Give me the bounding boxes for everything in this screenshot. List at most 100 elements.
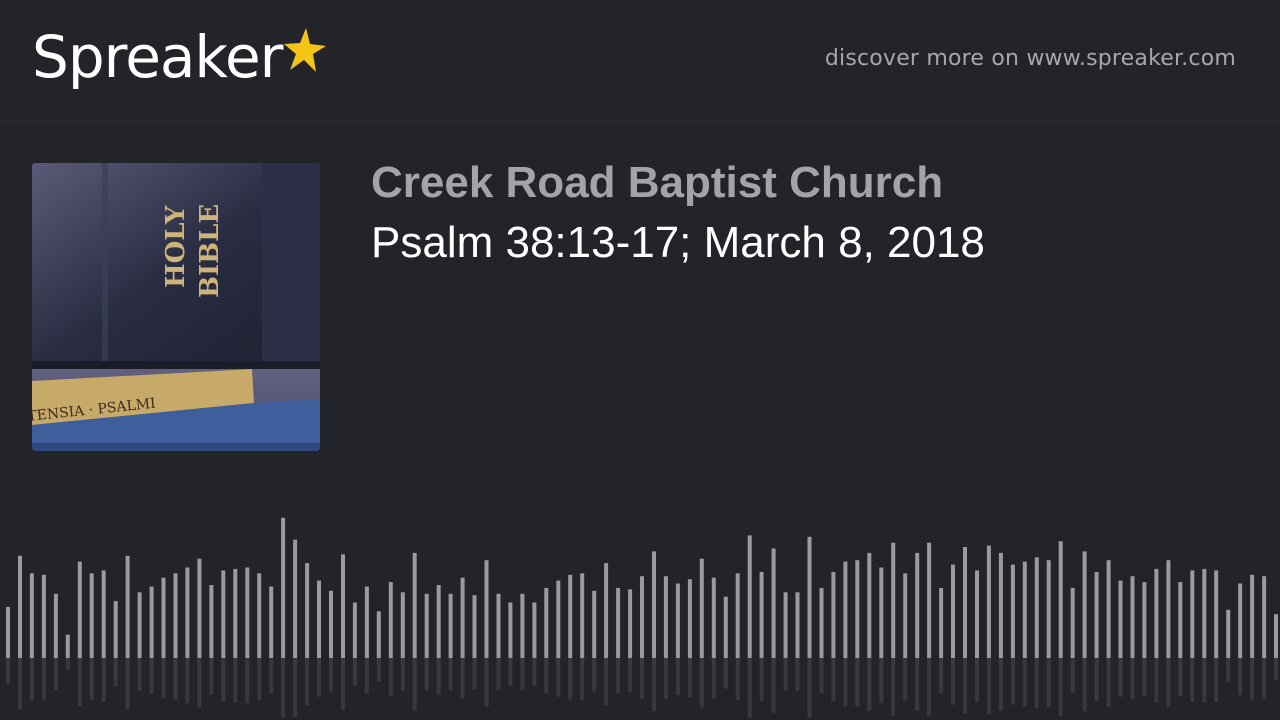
waveform-bar: [1274, 614, 1278, 658]
podcast-cover-image: HOLY BIBLE TENSIA · PSALMI: [32, 163, 320, 451]
waveform-bar: [1178, 582, 1183, 658]
waveform-bar: [675, 583, 680, 658]
waveform-bar-reflection: [1178, 658, 1183, 696]
waveform-bar: [341, 554, 345, 658]
waveform-bar: [89, 573, 94, 658]
waveform-bar: [149, 586, 154, 658]
waveform-bar: [6, 606, 10, 658]
waveform-bar: [652, 551, 656, 658]
waveform-bar: [1022, 561, 1027, 658]
waveform-bar-reflection: [735, 658, 740, 701]
waveform-bar-reflection: [1190, 658, 1195, 702]
waveform-bar-reflection: [951, 658, 955, 705]
waveform-bar-reflection: [460, 658, 465, 699]
waveform-bar: [185, 567, 190, 658]
waveform-bar: [915, 552, 920, 658]
waveform-bar: [77, 561, 82, 658]
waveform-bar-reflection: [831, 658, 836, 702]
waveform-bar: [125, 555, 130, 658]
waveform-bar: [1154, 568, 1159, 658]
waveform-bar-reflection: [1082, 658, 1087, 712]
spreaker-logo[interactable]: Spreaker: [32, 22, 328, 92]
star-icon: [284, 28, 327, 72]
waveform-bar-reflection: [879, 658, 884, 704]
waveform-bar-reflection: [580, 658, 585, 701]
waveform-bar: [18, 555, 22, 658]
waveform-bar-reflection: [1034, 658, 1039, 709]
waveform-bar-reflection: [89, 658, 94, 701]
waveform-bar-reflection: [412, 658, 417, 711]
waveform-bar: [556, 580, 561, 658]
discover-link[interactable]: discover more on www.spreaker.com: [825, 46, 1236, 71]
audio-waveform[interactable]: [0, 500, 1280, 720]
waveform-bar: [1166, 560, 1171, 658]
waveform-bar: [448, 593, 453, 658]
waveform-bar: [568, 574, 573, 658]
waveform-bar-reflection: [257, 658, 262, 701]
waveform-bar: [843, 561, 848, 658]
waveform-bar: [412, 552, 417, 658]
waveform-bar-reflection: [711, 658, 716, 699]
waveform-bar-reflection: [783, 658, 788, 691]
waveform-bar: [472, 595, 477, 658]
waveform-bar-reflection: [807, 658, 812, 718]
waveform-bar-reflection: [1274, 658, 1278, 680]
waveform-bar-reflection: [1118, 658, 1123, 697]
waveform-bar-reflection: [1226, 658, 1231, 683]
waveform-bar: [233, 568, 238, 658]
waveform-bar: [329, 590, 333, 658]
waveform-bar-reflection: [125, 658, 130, 710]
waveform-bar: [807, 536, 812, 658]
waveform-bar-reflection: [843, 658, 848, 707]
waveform-bar: [580, 573, 585, 658]
waveform-bar: [927, 542, 932, 658]
waveform-bar: [269, 586, 274, 658]
waveform-bar-reflection: [1250, 658, 1255, 700]
waveform-bar-reflection: [759, 658, 764, 702]
waveform-bar: [1094, 571, 1099, 658]
waveform-bar: [1106, 560, 1111, 658]
waveform-bar: [771, 548, 776, 658]
waveform-bar-reflection: [699, 658, 704, 708]
waveform-bar: [508, 602, 513, 658]
waveform-bar-reflection: [281, 658, 286, 718]
waveform-bar: [137, 592, 142, 658]
waveform-bar-reflection: [795, 658, 800, 691]
waveform-bar: [173, 573, 178, 658]
waveform-bar: [1130, 576, 1135, 658]
waveform-bar-reflection: [1130, 658, 1135, 699]
waveform-bar-reflection: [592, 658, 597, 692]
waveform-bar-reflection: [436, 658, 441, 695]
waveform-bar-reflection: [963, 658, 967, 714]
waveform-bar-reflection: [305, 658, 310, 706]
waveform-bar: [161, 577, 166, 658]
waveform-bar: [1034, 557, 1039, 658]
waveform-bar: [891, 542, 896, 658]
waveform-bar-reflection: [376, 658, 381, 682]
waveform-bar-reflection: [508, 658, 513, 686]
waveform-bar-reflection: [233, 658, 238, 703]
podcast-title: Creek Road Baptist Church: [371, 158, 944, 207]
waveform-bar-reflection: [891, 658, 896, 716]
waveform-bar-reflection: [675, 658, 680, 696]
waveform-bar: [197, 558, 202, 658]
waveform-bar: [1190, 570, 1195, 658]
waveform-bar: [1046, 560, 1051, 658]
waveform-bar: [29, 573, 34, 658]
waveform-bar-reflection: [687, 658, 692, 698]
waveform-bar: [520, 593, 525, 658]
waveform-bar: [1250, 574, 1255, 658]
waveform-bar-reflection: [329, 658, 333, 692]
waveform-bar: [209, 585, 214, 658]
waveform-bar-reflection: [1070, 658, 1075, 693]
waveform-bar: [544, 587, 549, 658]
waveform-bar-reflection: [652, 658, 656, 712]
waveform-bar: [436, 585, 441, 658]
waveform-bar-reflection: [1154, 658, 1159, 703]
waveform-bar: [388, 582, 393, 658]
waveform-bar-reflection: [640, 658, 644, 699]
waveform-bar: [975, 570, 979, 658]
waveform-bar: [986, 545, 991, 658]
waveform-bar: [1118, 580, 1123, 658]
waveform-bar-reflection: [903, 658, 908, 701]
